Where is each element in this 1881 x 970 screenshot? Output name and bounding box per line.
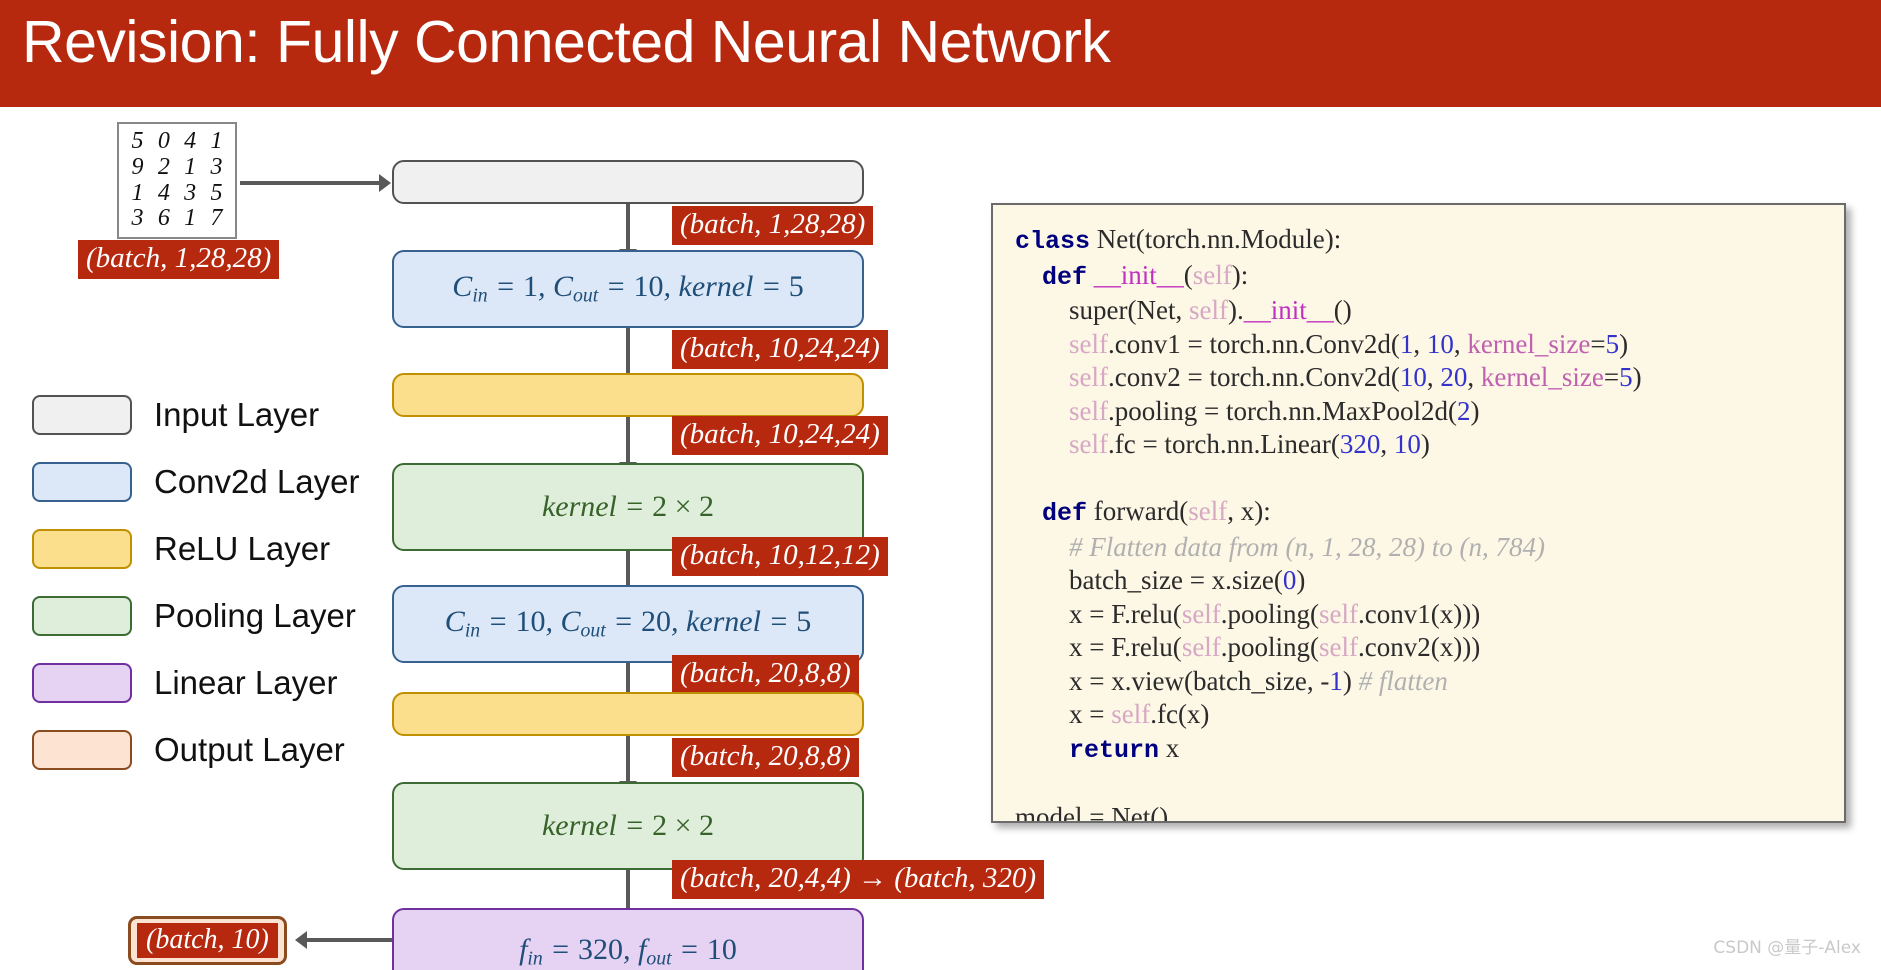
legend-swatch-input-icon [32,395,132,435]
page-title: Revision: Fully Connected Neural Network [22,9,1111,75]
legend-item-input: Input Layer [32,386,359,444]
slide-root: Revision: Fully Connected Neural Network… [0,0,1881,970]
flow-box-pool2: kernel = 2 × 2 [392,782,864,870]
legend-label: Pooling Layer [154,597,356,634]
mnist-digit: 5 [131,127,144,154]
legend-swatch-conv2d-icon [32,462,132,502]
flow-box-pool1-text: kernel = 2 × 2 [541,490,715,523]
shape-label-1: (batch, 1,28,28) [672,206,874,246]
mnist-digit: 1 [210,127,223,154]
flow-box-conv2: Cin = 10, Cout = 20, kernel = 5 [392,585,864,663]
arrow-linear-to-output [295,931,392,949]
mnist-row: 1 4 3 5 [125,179,229,207]
shape-label-2: (batch, 10,24,24) [672,330,888,370]
mnist-digit: 1 [131,179,144,206]
arrow-input-to-network [240,174,391,192]
mnist-digit: 5 [210,179,223,206]
legend-swatch-linear-icon [32,663,132,703]
legend-item-linear: Linear Layer [32,654,359,712]
mnist-digit: 6 [157,205,170,232]
flow-box-relu1 [392,373,864,417]
mnist-digit: 9 [131,153,144,180]
legend-label: Output Layer [154,731,345,768]
arrow-relu1-to-pool1 [619,417,637,474]
flow-box-relu2 [392,692,864,736]
flow-box-conv1: Cin = 1, Cout = 10, kernel = 5 [392,250,864,328]
flow-box-conv1-text: Cin = 1, Cout = 10, kernel = 5 [452,270,804,307]
output-label: (batch, 10) [137,923,278,959]
mnist-digit: 4 [157,179,170,206]
mnist-digit: 2 [157,153,170,180]
legend-swatch-pooling-icon [32,596,132,636]
mnist-digit: 7 [210,205,223,232]
mnist-digit: 3 [184,179,197,206]
shape-label-6: (batch, 20,8,8) [672,738,859,778]
shape-label-4: (batch, 10,12,12) [672,537,888,577]
legend-item-conv2d: Conv2d Layer [32,453,359,511]
watermark: CSDN @量子-Alex [1713,938,1861,958]
legend-item-pooling: Pooling Layer [32,587,359,645]
mnist-row: 3 6 1 7 [125,205,229,232]
mnist-digit: 3 [131,205,144,232]
mnist-sample-image: 5 0 4 1 9 2 1 3 1 4 3 5 3 6 1 7 [117,122,237,239]
flow-box-linear-text: fin = 320, fout = 10 [519,933,737,970]
code-panel: class Net(torch.nn.Module): def __init__… [991,203,1846,823]
legend-swatch-relu-icon [32,529,132,569]
title-bar: Revision: Fully Connected Neural Network [0,0,1881,107]
mnist-row: 9 2 1 3 [125,153,229,181]
flow-box-linear: fin = 320, fout = 10 [392,908,864,970]
mnist-digit: 3 [210,153,223,180]
legend-item-relu: ReLU Layer [32,520,359,578]
code-listing: class Net(torch.nn.Module): def __init__… [1015,224,1642,823]
legend-swatch-output-icon [32,730,132,770]
shape-label-input-caption: (batch, 1,28,28) [78,240,280,280]
legend-item-output: Output Layer [32,721,359,779]
arrow-input-to-conv1 [619,204,637,261]
shape-label-5: (batch, 20,8,8) [672,655,859,695]
legend: Input Layer Conv2d Layer ReLU Layer Pool… [32,386,359,788]
mnist-digit: 4 [184,127,197,154]
flow-box-conv2-text: Cin = 10, Cout = 20, kernel = 5 [444,605,812,642]
legend-label: ReLU Layer [154,530,331,567]
mnist-digit: 0 [157,127,170,154]
legend-label: Input Layer [154,396,320,433]
legend-label: Linear Layer [154,664,338,701]
mnist-digit: 1 [184,153,197,180]
mnist-row: 5 0 4 1 [125,127,229,155]
legend-label: Conv2d Layer [154,463,360,500]
mnist-digit: 1 [184,205,197,232]
shape-label-3: (batch, 10,24,24) [672,416,888,456]
flow-box-pool2-text: kernel = 2 × 2 [541,809,715,842]
output-layer-chip: (batch, 10) [128,916,287,966]
arrow-relu2-to-pool2 [619,736,637,793]
arrow-conv1-to-relu1 [619,328,637,385]
flow-box-input [392,160,864,204]
shape-label-7: (batch, 20,4,4) → (batch, 320) [672,860,1044,900]
